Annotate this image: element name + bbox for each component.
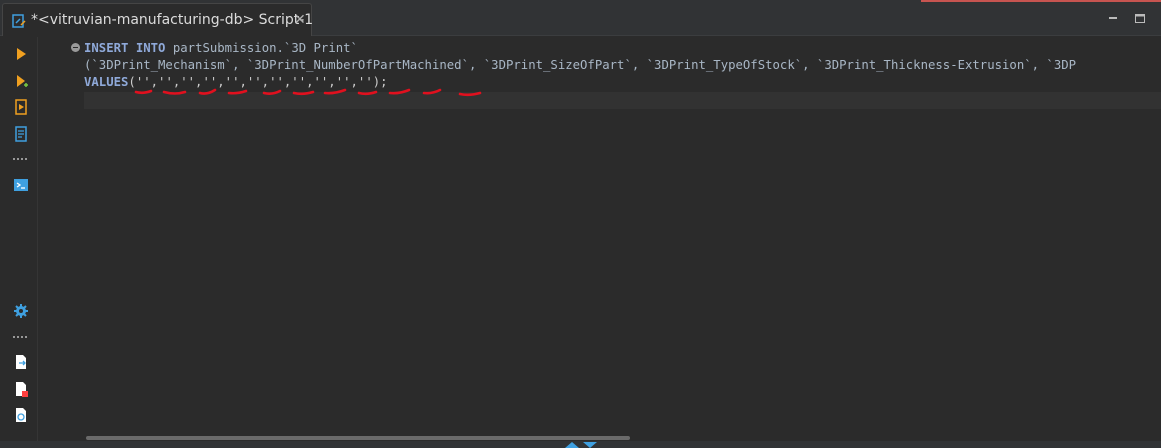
tab-title: *<vitruvian-manufacturing-db> Script-1 <box>31 12 314 28</box>
restore-panel-icon[interactable] <box>563 441 599 448</box>
execute-script-icon[interactable] <box>12 98 30 116</box>
table-identifier: partSubmission.`3D Print` <box>172 41 358 55</box>
current-line-highlight <box>84 92 1161 109</box>
keyword-into: INTO <box>135 41 166 55</box>
console-icon[interactable] <box>12 176 30 194</box>
code-line-2: (`3DPrint_Mechanism`, `3DPrint_NumberOfP… <box>84 58 1076 72</box>
toolbar-separator <box>13 336 27 338</box>
values-list: ('','','','','','','','','','',''); <box>128 75 388 89</box>
execute-statement-icon[interactable] <box>12 45 30 63</box>
file-error-icon[interactable] <box>12 380 30 398</box>
sql-script-icon <box>12 14 26 28</box>
code-line-1: INSERT INTO partSubmission.`3D Print` <box>84 41 358 55</box>
column-list: (`3DPrint_Mechanism`, `3DPrint_NumberOfP… <box>84 58 1077 72</box>
maximize-icon[interactable] <box>1133 11 1147 25</box>
sql-editor[interactable]: INSERT INTO partSubmission.`3D Print` (`… <box>39 37 1161 441</box>
settings-gear-icon[interactable] <box>12 302 30 320</box>
file-info-icon[interactable] <box>12 406 30 424</box>
close-icon[interactable]: ✕ <box>294 12 306 28</box>
code-line-3: VALUES('','','','','','','','','','','')… <box>84 75 388 89</box>
execute-in-new-tab-icon[interactable] <box>12 72 30 90</box>
keyword-insert: INSERT <box>84 41 129 55</box>
toolbar-separator <box>13 158 27 160</box>
tab-script-1[interactable]: *<vitruvian-manufacturing-db> Script-1 ✕ <box>2 3 314 36</box>
horizontal-scrollbar[interactable] <box>86 436 630 440</box>
explain-plan-icon[interactable] <box>12 125 30 143</box>
minimize-icon[interactable] <box>1106 11 1120 25</box>
editor-side-toolbar <box>0 37 38 441</box>
export-icon[interactable] <box>12 353 30 371</box>
fold-collapse-icon[interactable] <box>71 43 80 52</box>
active-accent-line <box>921 0 1161 2</box>
keyword-values: VALUES <box>84 75 129 89</box>
editor-tab-bar: *<vitruvian-manufacturing-db> Script-1 ✕ <box>0 0 1161 36</box>
